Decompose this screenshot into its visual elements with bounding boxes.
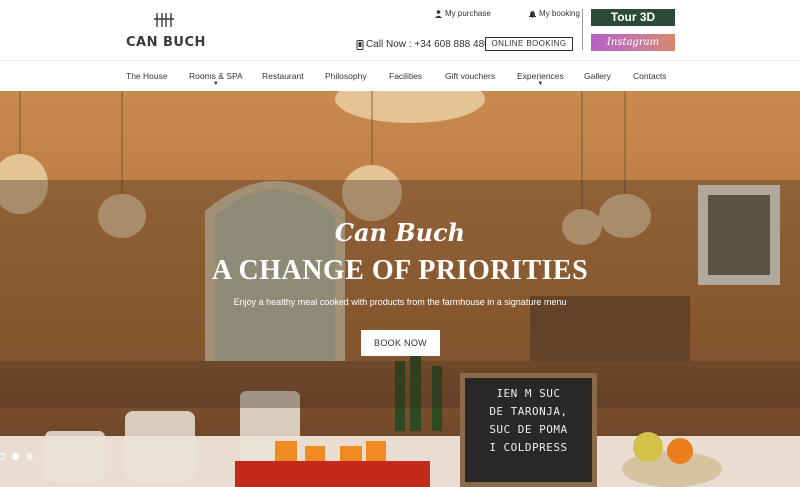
chevron-down-icon: ▼ [537,81,544,87]
chevron-down-icon: ▼ [212,81,219,87]
instagram-button[interactable]: Instagram [591,34,675,51]
my-purchase-label: My purchase [445,9,491,18]
hero-subtitle: Enjoy a healthy meal cooked with product… [233,297,567,307]
nav-item-the-house[interactable]: The House [126,71,168,81]
book-now-button[interactable]: BOOK NOW [361,330,440,356]
hero-slider: Can Buch A CHANGE OF PRIORITIES Enjoy a … [0,91,800,487]
chalkboard-line: IEN M SUC [496,387,561,400]
nav-item-restaurant[interactable]: Restaurant [262,71,304,81]
slider-dot-active[interactable] [12,453,19,460]
nav-item-gallery[interactable]: Gallery [584,71,611,81]
brand-name: CAN BUCH [126,35,206,50]
chalkboard-line: DE TARONJA, [489,405,568,418]
user-icon [435,9,442,18]
my-booking-label: My booking [539,9,580,18]
nav-item-experiences[interactable]: Experiences ▼ [517,71,564,87]
nav-item-label: Gallery [584,71,611,81]
hero-title: A CHANGE OF PRIORITIES [211,255,589,286]
main-nav: The House Rooms & SPA ▼ Restaurant Philos… [0,60,800,91]
nav-item-label: Facilities [389,71,423,81]
tour-3d-button[interactable]: Tour 3D [591,9,675,26]
bell-icon [529,10,536,18]
header-divider [582,9,583,50]
chalkboard-sign: IEN M SUC DE TARONJA, SUC DE POMA I COLD… [460,373,597,487]
nav-item-label: Restaurant [262,71,304,81]
logo[interactable]: CAN BUCH [126,12,206,52]
nav-item-rooms-spa[interactable]: Rooms & SPA ▼ [189,71,243,87]
slider-dot[interactable] [26,453,33,460]
chalkboard-line: I COLDPRESS [489,441,568,454]
hero-overlay [0,180,800,408]
call-now[interactable]: Call Now : +34 608 888 480 [356,39,490,50]
nav-item-label: Philosophy [325,71,367,81]
my-purchase-link[interactable]: My purchase [435,9,491,18]
nav-item-gift-vouchers[interactable]: Gift vouchers [445,71,495,81]
nav-item-label: Gift vouchers [445,71,496,81]
nav-item-label: Rooms & SPA [189,71,243,81]
site-header: CAN BUCH My purchase My booking Call Now… [0,0,800,60]
nav-item-label: The House [126,71,168,81]
nav-item-label: Contacts [633,71,667,81]
nav-item-contacts[interactable]: Contacts [633,71,667,81]
call-now-label: Call Now : +34 608 888 480 [366,39,490,50]
logo-mark-icon [154,13,174,27]
phone-icon [356,39,364,50]
my-booking-link[interactable]: My booking [529,9,580,18]
nav-item-philosophy[interactable]: Philosophy [325,71,367,81]
nav-item-facilities[interactable]: Facilities [389,71,422,81]
online-booking-button[interactable]: ONLINE BOOKING [485,37,573,51]
hero-script-title: Can Buch [334,218,466,247]
nav-item-label: Experiences [517,71,564,81]
chalkboard-line: SUC DE POMA [489,423,568,436]
